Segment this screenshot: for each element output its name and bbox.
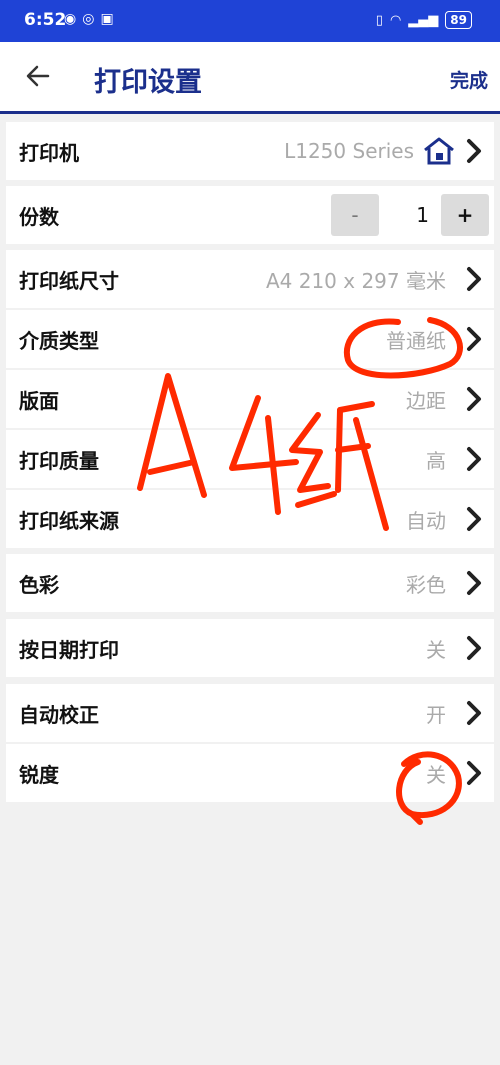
location-icon: ◉	[64, 11, 77, 27]
status-bar: 6:52 ◉ ◎ ▣ ▯ ◠ ▂▄▆ 89	[0, 0, 500, 42]
chevron-right-icon	[467, 761, 481, 785]
signal-icon: ▂▄▆	[408, 12, 439, 28]
battery-indicator: 89	[445, 11, 472, 29]
home-icon	[424, 137, 454, 165]
row-value: A4 210 x 297 毫米	[265, 268, 446, 293]
row-label: 版面	[19, 388, 59, 413]
status-right: ▯ ◠ ▂▄▆ 89	[376, 11, 472, 29]
row-auto-correct[interactable]: 自动校正 开	[6, 684, 494, 742]
row-paper-size[interactable]: 打印纸尺寸 A4 210 x 297 毫米	[6, 250, 494, 308]
row-value: 开	[426, 702, 446, 727]
chevron-right-icon	[467, 636, 481, 660]
decrement-button[interactable]: -	[331, 194, 379, 236]
row-label: 色彩	[19, 572, 59, 597]
status-left-icons: ◉ ◎ ▣	[64, 11, 114, 27]
row-printer[interactable]: 打印机 L1250 Series	[6, 122, 494, 180]
row-quality[interactable]: 打印质量 高	[6, 430, 494, 488]
row-value: 高	[426, 448, 446, 473]
increment-button[interactable]: +	[441, 194, 489, 236]
row-value: L1250 Series	[284, 139, 414, 163]
row-value: 关	[426, 637, 446, 662]
row-value: 关	[426, 762, 446, 787]
row-label: 打印纸来源	[19, 508, 119, 533]
app-bar: 打印设置 完成	[0, 42, 500, 114]
done-button[interactable]: 完成	[450, 66, 488, 93]
chevron-right-icon	[467, 447, 481, 471]
row-paper-source[interactable]: 打印纸来源 自动	[6, 490, 494, 548]
row-label: 打印纸尺寸	[19, 268, 119, 293]
row-label: 介质类型	[19, 328, 99, 353]
chevron-right-icon	[467, 571, 481, 595]
chevron-right-icon	[467, 327, 481, 351]
row-media-type[interactable]: 介质类型 普通纸	[6, 310, 494, 368]
copies-value: 1	[416, 203, 429, 227]
row-label: 自动校正	[19, 702, 99, 727]
row-value: 彩色	[406, 572, 446, 597]
back-arrow-icon[interactable]	[22, 60, 54, 92]
wifi-icon: ◠	[389, 12, 402, 28]
row-date-print[interactable]: 按日期打印 关	[6, 619, 494, 677]
chevron-right-icon	[467, 139, 481, 163]
row-value: 普通纸	[386, 328, 446, 353]
chevron-right-icon	[467, 701, 481, 725]
vibrate-icon: ▯	[375, 12, 383, 28]
row-sharpness[interactable]: 锐度 关	[6, 744, 494, 802]
row-copies: 份数 - 1 +	[6, 186, 494, 244]
nfc-icon: ▣	[100, 11, 114, 27]
row-layout[interactable]: 版面 边距	[6, 370, 494, 428]
row-label: 锐度	[19, 762, 59, 787]
eye-icon: ◎	[82, 11, 95, 27]
row-label: 打印质量	[19, 448, 99, 473]
status-time: 6:52	[24, 10, 67, 30]
row-value: 边距	[406, 388, 446, 413]
page-title: 打印设置	[94, 67, 202, 98]
chevron-right-icon	[467, 507, 481, 531]
chevron-right-icon	[467, 387, 481, 411]
row-color[interactable]: 色彩 彩色	[6, 554, 494, 612]
row-label: 按日期打印	[19, 637, 119, 662]
row-label: 打印机	[19, 140, 79, 165]
row-label: 份数	[19, 204, 59, 229]
chevron-right-icon	[467, 267, 481, 291]
row-value: 自动	[406, 508, 446, 533]
